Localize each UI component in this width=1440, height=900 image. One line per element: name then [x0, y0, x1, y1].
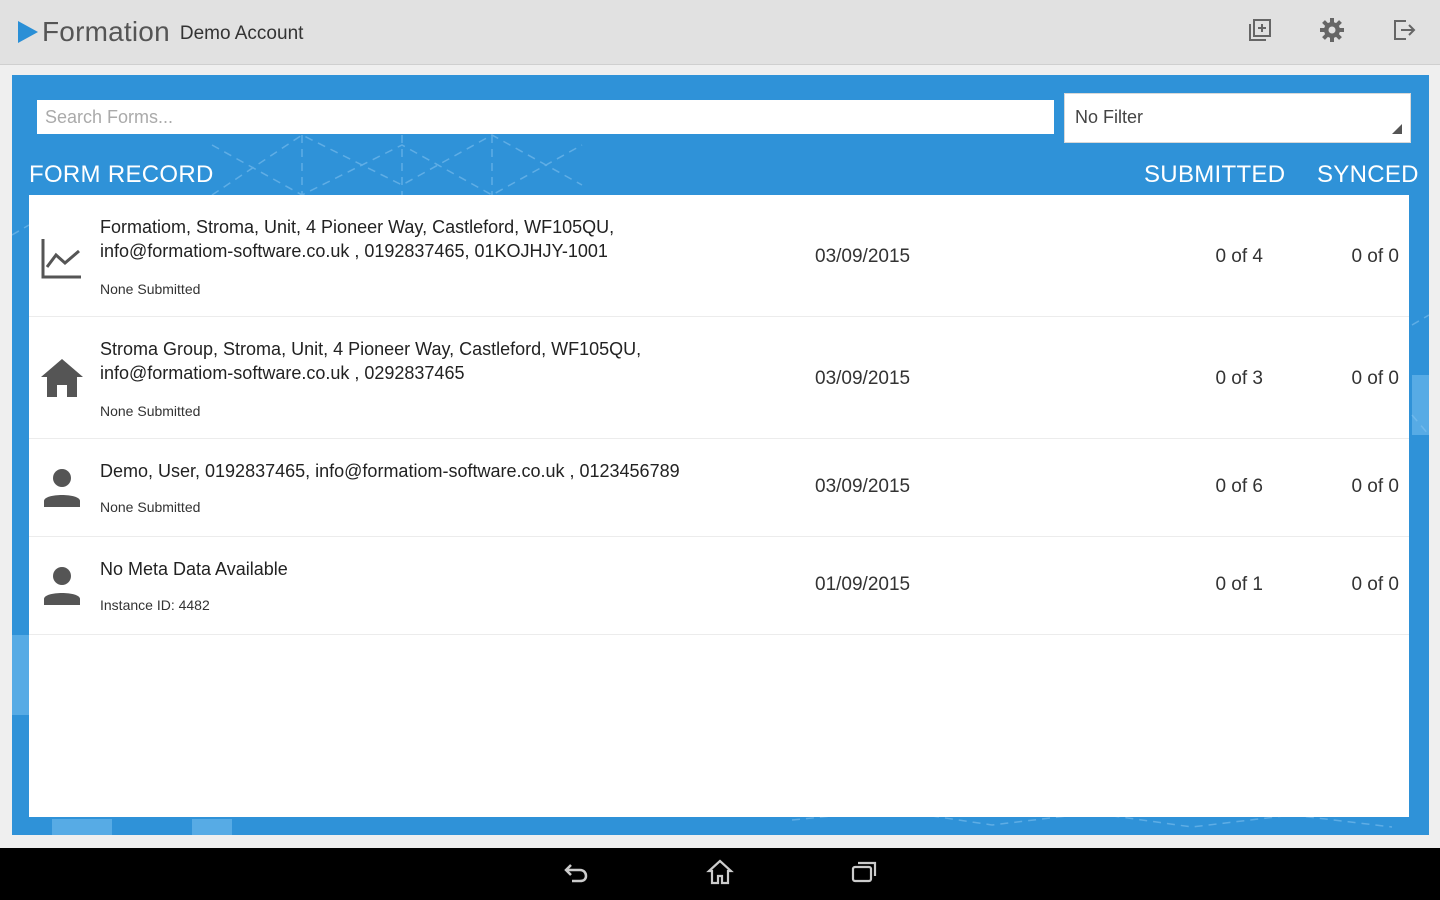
app-bar: Formation Demo Account — [0, 0, 1440, 65]
record-date: 03/09/2015 — [815, 368, 911, 389]
add-form-button[interactable] — [1224, 0, 1296, 64]
app-name: Formation — [42, 16, 170, 47]
record-status: None Submitted — [100, 281, 201, 297]
record-status: None Submitted — [100, 403, 201, 419]
list-item[interactable]: Stroma Group, Stroma, Unit, 4 Pioneer Wa… — [29, 317, 1409, 439]
record-submitted-count: 0 of 4 — [1215, 246, 1263, 267]
home-icon — [39, 355, 85, 401]
record-date: 03/09/2015 — [815, 476, 911, 497]
record-synced-count: 0 of 0 — [1351, 476, 1399, 497]
record-title: No Meta Data Available — [100, 559, 288, 579]
column-header-form-record: FORM RECORD — [29, 161, 214, 188]
filter-dropdown[interactable]: No Filter — [1064, 93, 1411, 143]
system-navigation-bar — [0, 848, 1440, 900]
column-header-synced: SYNCED — [1317, 161, 1419, 188]
recent-apps-icon — [850, 858, 878, 891]
person-icon — [39, 465, 85, 511]
record-status: None Submitted — [100, 499, 201, 515]
back-button[interactable] — [504, 848, 648, 900]
logout-icon — [1391, 17, 1417, 48]
forms-panel: No Filter FORM RECORD SUBMITTED SYNCED F… — [12, 75, 1429, 835]
record-title: Formatiom, Stroma, Unit, 4 Pioneer Way, … — [100, 217, 615, 261]
record-synced-count: 0 of 0 — [1351, 246, 1399, 267]
dropdown-caret-icon — [1392, 124, 1402, 134]
form-record-list: Formatiom, Stroma, Unit, 4 Pioneer Way, … — [29, 195, 1409, 817]
recent-apps-button[interactable] — [792, 848, 936, 900]
home-button[interactable] — [648, 848, 792, 900]
record-synced-count: 0 of 0 — [1351, 368, 1399, 389]
account-name: Demo Account — [179, 22, 304, 44]
logout-button[interactable] — [1368, 0, 1440, 64]
filter-selected-value: No Filter — [1075, 107, 1144, 127]
record-instance-id: Instance ID: 4482 — [100, 597, 210, 613]
brand-arrow-icon — [16, 19, 40, 45]
person-icon — [39, 563, 85, 609]
record-date: 03/09/2015 — [815, 246, 911, 267]
record-title: Demo, User, 0192837465, info@formatiom-s… — [100, 461, 680, 481]
list-item[interactable]: No Meta Data Available Instance ID: 4482… — [29, 537, 1409, 635]
add-form-icon — [1247, 17, 1273, 48]
record-submitted-count: 0 of 6 — [1215, 476, 1263, 497]
record-title: Stroma Group, Stroma, Unit, 4 Pioneer Wa… — [100, 339, 642, 383]
search-input[interactable] — [37, 100, 1054, 134]
settings-button[interactable] — [1296, 0, 1368, 64]
record-synced-count: 0 of 0 — [1351, 574, 1399, 595]
list-item[interactable]: Formatiom, Stroma, Unit, 4 Pioneer Way, … — [29, 195, 1409, 317]
brand: Formation Demo Account — [16, 16, 303, 48]
list-item[interactable]: Demo, User, 0192837465, info@formatiom-s… — [29, 439, 1409, 537]
home-nav-icon — [706, 858, 734, 891]
back-icon — [562, 858, 590, 891]
settings-gear-icon — [1319, 17, 1345, 48]
column-header-submitted: SUBMITTED — [1144, 161, 1286, 188]
toolbar-actions — [1224, 0, 1440, 64]
chart-icon — [39, 235, 85, 281]
record-submitted-count: 0 of 1 — [1215, 574, 1263, 595]
record-submitted-count: 0 of 3 — [1215, 368, 1263, 389]
record-date: 01/09/2015 — [815, 574, 911, 595]
